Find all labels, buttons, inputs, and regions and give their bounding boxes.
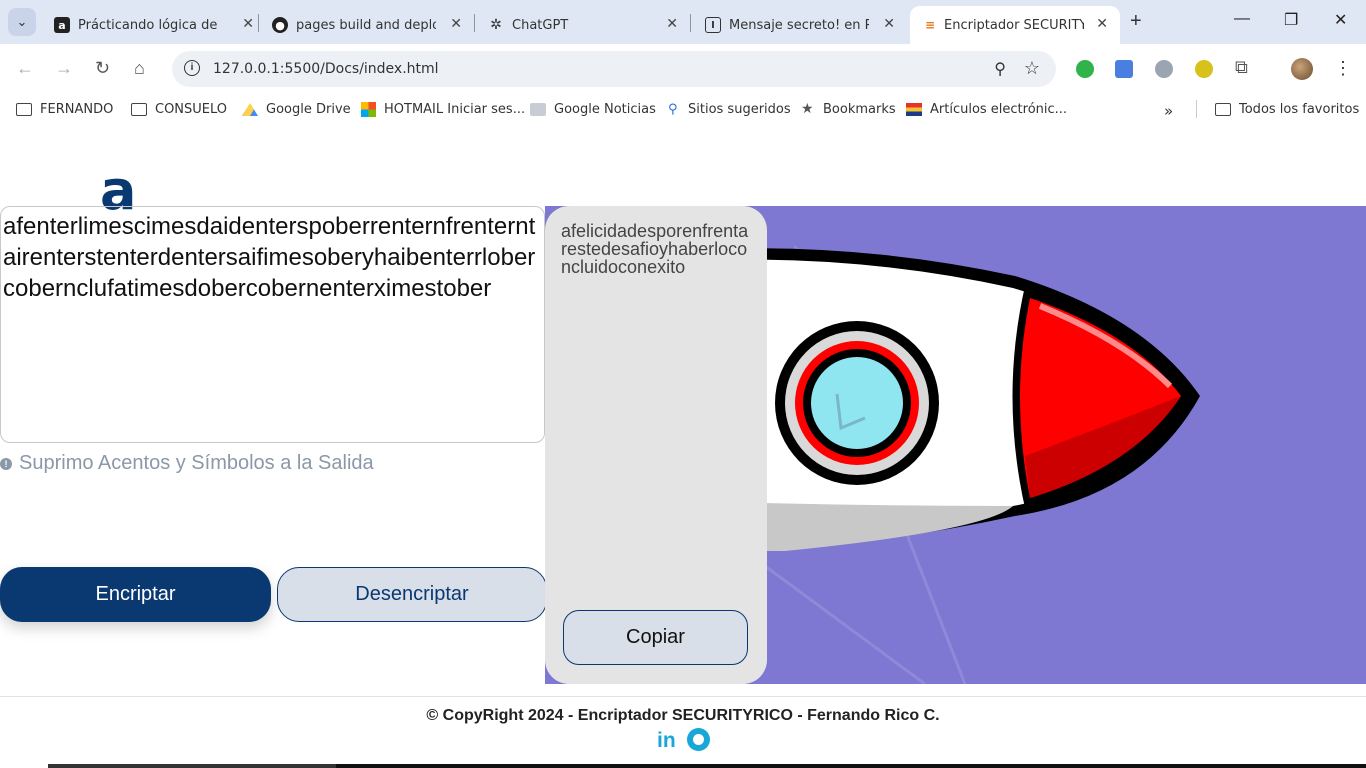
bookmark-consuelo[interactable]: CONSUELO [131, 102, 227, 117]
tab-title: pages build and deploy [296, 17, 436, 33]
tab-separator [258, 14, 259, 32]
input-textarea[interactable]: afenterlimescimesdaidenterspoberrenternf… [0, 206, 545, 443]
bookmark-articulos[interactable]: Artículos electrónic... [906, 102, 1067, 117]
new-tab-icon[interactable]: + [1130, 10, 1142, 33]
bookmark-bookmarks[interactable]: ★ Bookmarks [801, 102, 896, 117]
tab-mensaje-secreto[interactable]: I Mensaje secreto! en Pro ✕ [705, 6, 895, 44]
close-tab-icon[interactable]: ✕ [242, 16, 254, 32]
extension-add-icon[interactable] [1076, 60, 1094, 78]
restore-icon[interactable]: ❐ [1284, 10, 1298, 30]
address-bar[interactable]: i 127.0.0.1:5500/Docs/index.html ⚲ ☆ [172, 51, 1056, 87]
decrypt-button[interactable]: Desencriptar [277, 567, 547, 622]
tab-separator [690, 14, 691, 32]
tab-github[interactable]: ● pages build and deploy ✕ [272, 6, 462, 44]
home-icon[interactable]: ⌂ [134, 58, 145, 79]
github-icon: ● [272, 17, 288, 33]
footer: © CopyRight 2024 - Encriptador SECURITYR… [0, 696, 1366, 768]
reload-icon[interactable]: ↻ [95, 58, 110, 79]
menu-icon[interactable]: ⋮ [1334, 58, 1352, 79]
minimize-icon[interactable]: — [1234, 10, 1250, 28]
hint-row: ! Suprimo Acentos y Símbolos a la Salida [0, 452, 374, 475]
tab-title: Prácticando lógica de p [78, 17, 218, 33]
hackathon-icon: I [705, 17, 721, 33]
page-icon: ≡ [924, 18, 936, 32]
bookmark-hotmail[interactable]: HOTMAIL Iniciar ses... [361, 102, 525, 117]
profile-avatar[interactable] [1291, 58, 1313, 80]
close-tab-icon[interactable]: ✕ [883, 16, 895, 32]
url-text[interactable]: 127.0.0.1:5500/Docs/index.html [213, 61, 439, 77]
google-drive-icon [242, 103, 258, 116]
taskbar-edge [48, 764, 336, 768]
tab-title: Encriptador SECURITY-R [944, 17, 1084, 33]
hint-text: Suprimo Acentos y Símbolos a la Salida [19, 452, 374, 474]
microsoft-icon [361, 102, 376, 117]
extension-icon[interactable] [1195, 60, 1213, 78]
folder-icon [16, 103, 32, 116]
tab-encriptador[interactable]: ≡ Encriptador SECURITY-R ✕ [910, 6, 1120, 44]
browser-toolbar: ← → ↻ ⌂ i 127.0.0.1:5500/Docs/index.html… [0, 44, 1366, 94]
folder-icon [1215, 103, 1231, 116]
bookmark-google-drive[interactable]: Google Drive [242, 102, 351, 117]
forward-icon[interactable]: → [55, 58, 73, 79]
more-bookmarks-icon[interactable]: » [1164, 102, 1173, 120]
bookmark-star-icon[interactable]: ☆ [1024, 58, 1040, 79]
store-icon [906, 103, 922, 116]
site-info-icon[interactable]: i [184, 60, 200, 76]
extensions-puzzle-icon[interactable]: ⧉ [1235, 57, 1248, 78]
folder-icon [131, 103, 147, 116]
close-tab-icon[interactable]: ✕ [666, 16, 678, 32]
taskbar-edge [336, 764, 1366, 768]
skype-icon[interactable] [1155, 60, 1173, 78]
tab-chatgpt[interactable]: ✲ ChatGPT ✕ [488, 6, 678, 44]
output-panel: afelicidadesporenfrentarestedesafioyhabe… [545, 206, 767, 684]
search-icon: ⚲ [668, 102, 678, 117]
tab-alura[interactable]: a Prácticando lógica de p ✕ [54, 6, 254, 44]
zoom-icon[interactable]: ⚲ [994, 59, 1006, 79]
bookmark-google-noticias[interactable]: Google Noticias [530, 102, 656, 117]
tab-title: Mensaje secreto! en Pro [729, 17, 869, 33]
tab-search-icon[interactable]: ⌄ [8, 8, 36, 36]
info-icon: ! [0, 457, 12, 470]
tab-title: ChatGPT [512, 17, 569, 33]
star-icon: ★ [801, 101, 814, 117]
footer-copyright: © CopyRight 2024 - Encriptador SECURITYR… [426, 707, 940, 724]
page-content: a afenterlimescimesdaidenterspoberrenter… [0, 126, 1366, 768]
linkedin-icon[interactable]: in [657, 729, 676, 753]
news-icon [530, 103, 546, 116]
translate-icon[interactable] [1115, 60, 1133, 78]
bookmark-sitios-sugeridos[interactable]: ⚲ Sitios sugeridos [668, 102, 791, 117]
close-tab-icon[interactable]: ✕ [1096, 16, 1108, 32]
alura-icon: a [54, 17, 70, 33]
chatgpt-icon: ✲ [490, 17, 502, 33]
bookmarks-bar: FERNANDO CONSUELO Google Drive HOTMAIL I… [0, 94, 1366, 126]
bookmark-fernando[interactable]: FERNANDO [16, 102, 113, 117]
output-text: afelicidadesporenfrentarestedesafioyhabe… [561, 221, 749, 277]
encrypt-button[interactable]: Encriptar [0, 567, 271, 622]
bookmark-separator [1196, 100, 1197, 118]
back-icon[interactable]: ← [16, 58, 34, 79]
tab-strip: ⌄ a Prácticando lógica de p ✕ ● pages bu… [0, 0, 1366, 44]
close-tab-icon[interactable]: ✕ [450, 16, 462, 32]
github-icon[interactable] [687, 728, 710, 751]
bookmark-todos-favoritos[interactable]: Todos los favoritos [1215, 102, 1359, 117]
close-window-icon[interactable]: ✕ [1334, 10, 1347, 30]
copy-button[interactable]: Copiar [563, 610, 748, 665]
tab-separator [474, 14, 475, 32]
